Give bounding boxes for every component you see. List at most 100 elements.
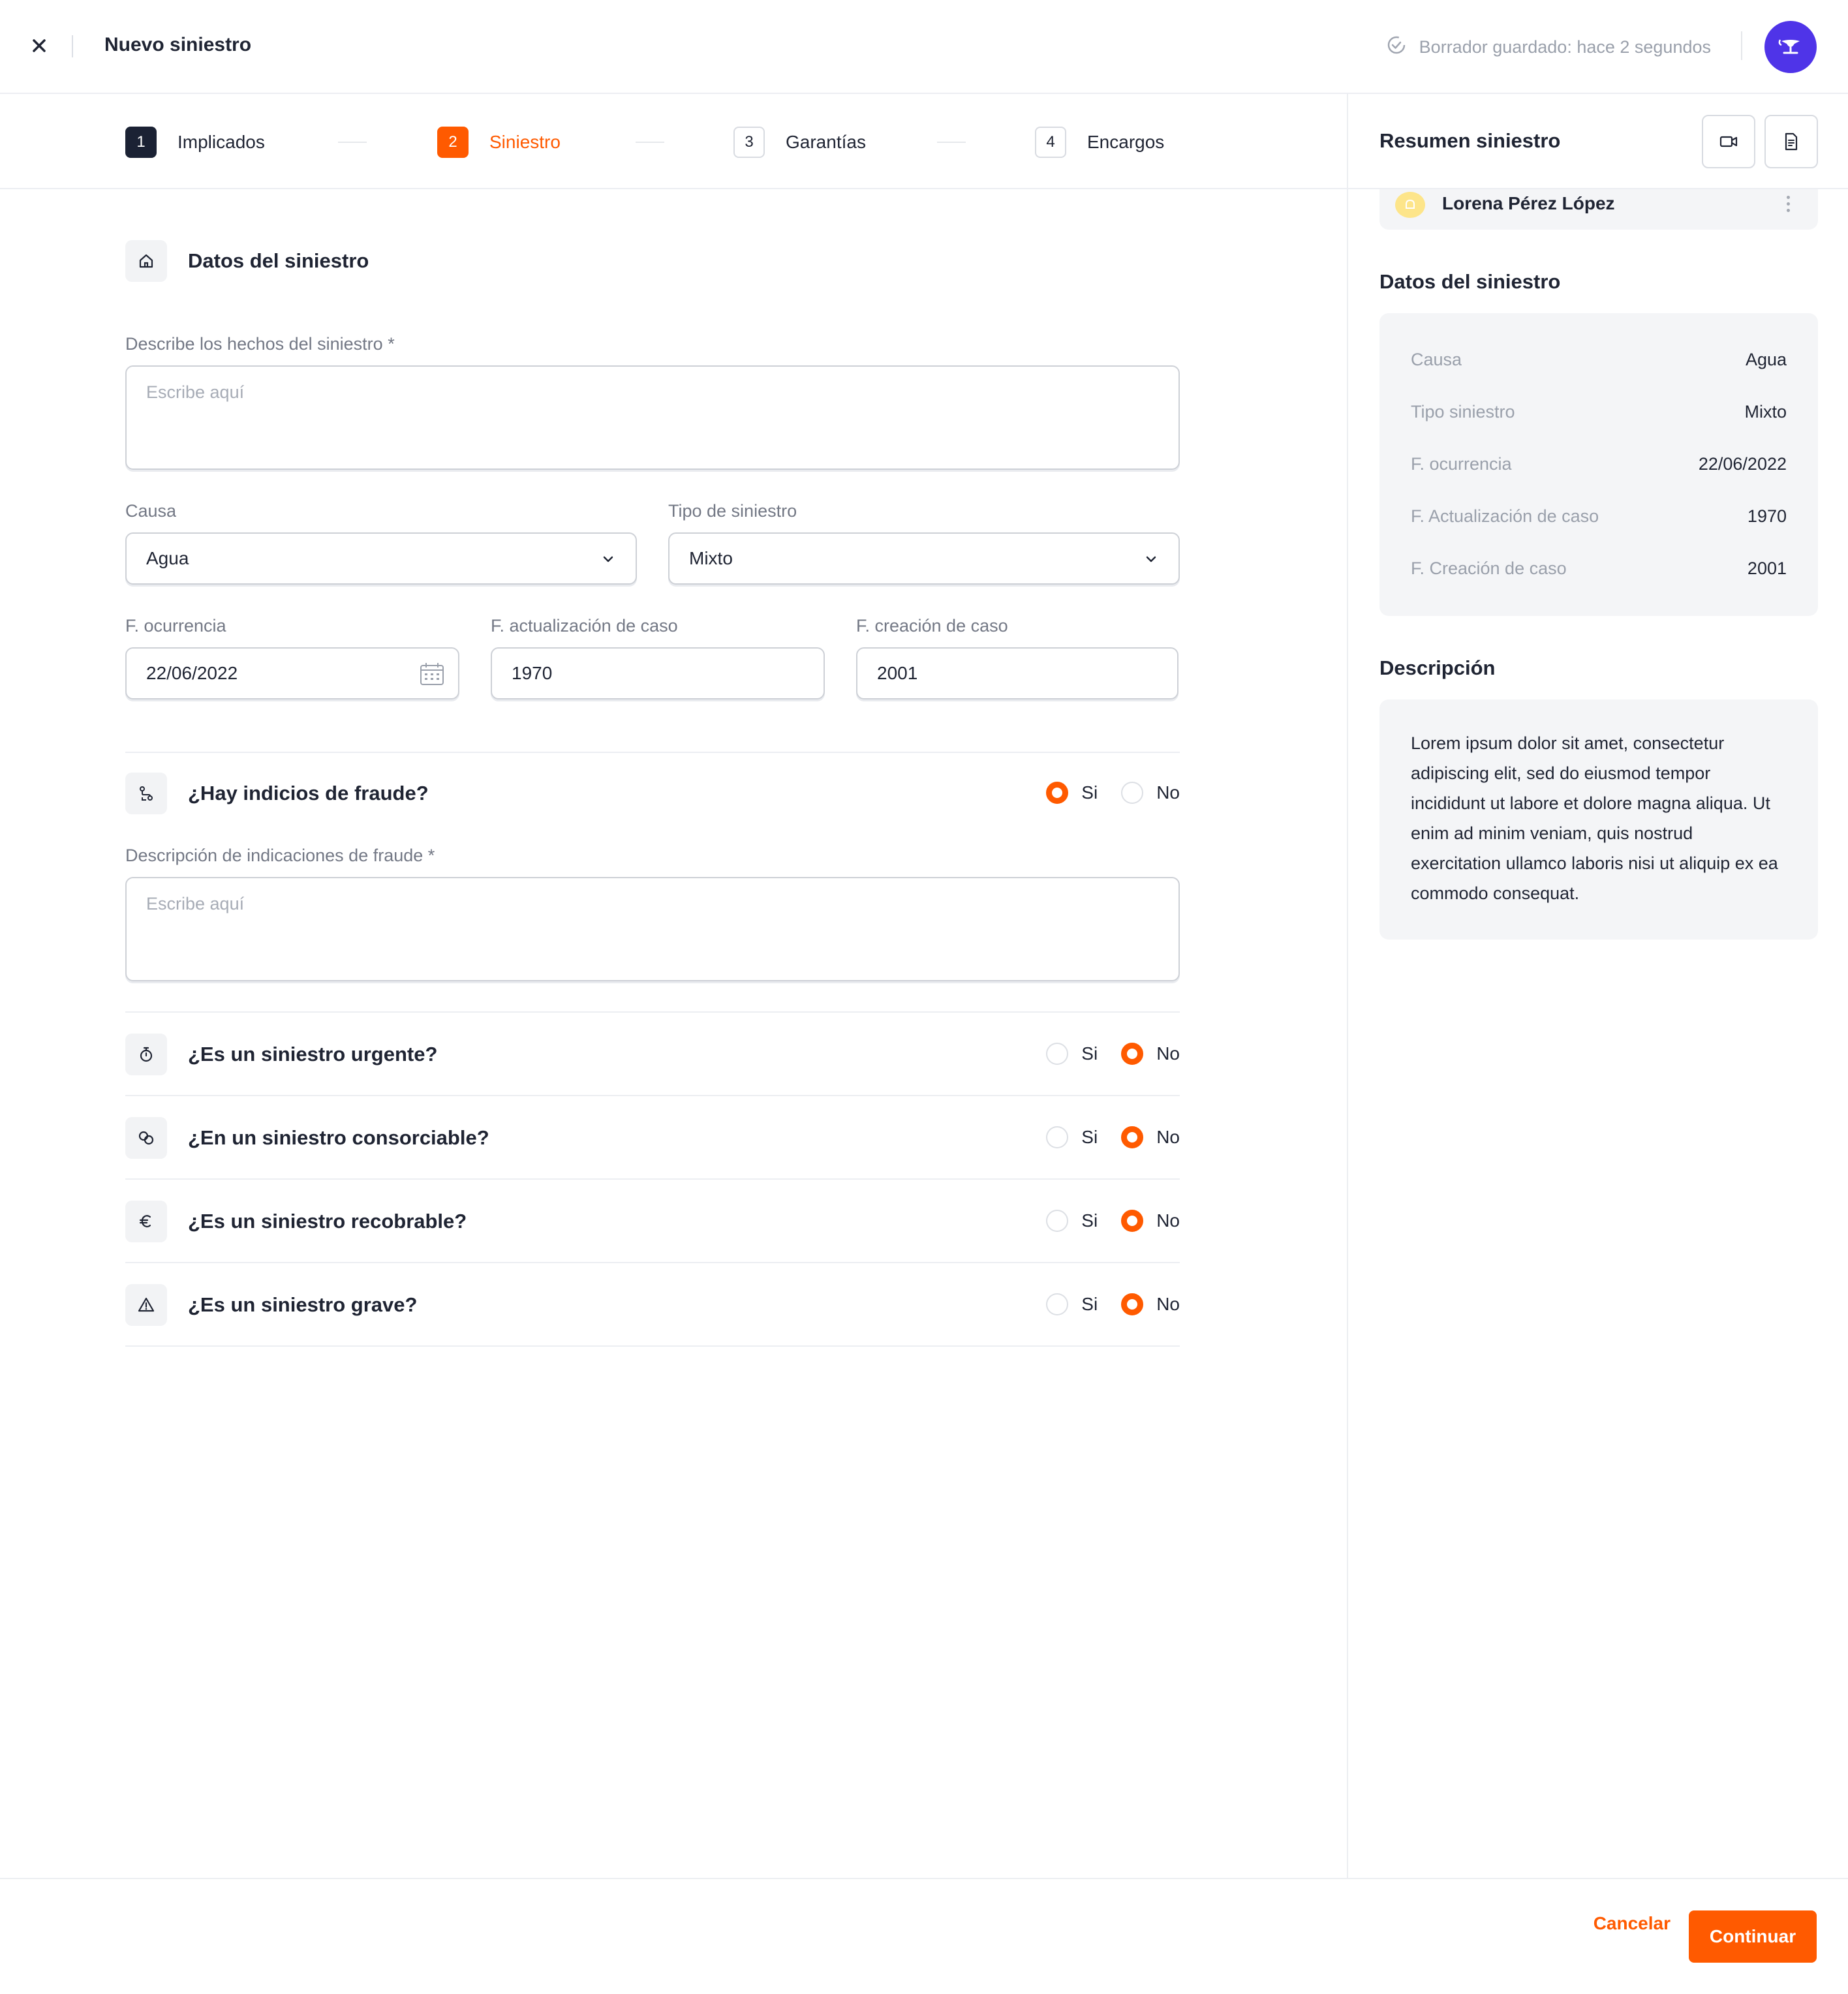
f-actualizacion-value: 1970: [512, 663, 553, 683]
tipo-select[interactable]: Mixto: [668, 532, 1180, 585]
divider: [125, 1262, 1180, 1263]
step-connector: [636, 142, 664, 143]
f-creacion-label: F. creación de caso: [856, 616, 1008, 636]
fraude-radio-no[interactable]: [1121, 782, 1144, 804]
summary-header: Resumen siniestro: [1348, 94, 1848, 189]
hechos-textarea[interactable]: Escribe aquí: [125, 365, 1180, 470]
step-connector: [937, 142, 966, 143]
document-icon: [1785, 132, 1798, 151]
tipo-label: Tipo de siniestro: [668, 501, 797, 521]
consorciable-radio-si[interactable]: [1046, 1126, 1069, 1148]
grave-radio-group: Si No: [1046, 1293, 1180, 1315]
summary-row: F. Creación de caso 2001: [1411, 559, 1787, 579]
lamp-icon: [1778, 39, 1800, 54]
f-actualizacion-input[interactable]: 1970: [491, 647, 825, 699]
page-title: Nuevo siniestro: [104, 34, 252, 55]
divider: [125, 752, 1180, 753]
person-card[interactable]: Lorena Pérez López: [1379, 189, 1818, 230]
route-icon: [125, 773, 167, 814]
recobrable-radio-no[interactable]: [1121, 1210, 1144, 1232]
causa-label: Causa: [125, 501, 177, 521]
top-bar: Nuevo siniestro Borrador guardado: hace …: [0, 0, 1848, 94]
radio-label-no: No: [1156, 1210, 1180, 1231]
consorciable-radio-group: Si No: [1046, 1126, 1180, 1148]
hechos-label: Describe los hechos del siniestro *: [125, 334, 395, 354]
f-creacion-value: 2001: [877, 663, 918, 683]
divider: [72, 35, 73, 57]
step-siniestro[interactable]: 2 Siniestro: [437, 127, 561, 158]
step-encargos[interactable]: 4 Encargos: [1035, 127, 1164, 158]
step-implicados[interactable]: 1 Implicados: [125, 127, 265, 158]
summary-title: Resumen siniestro: [1379, 129, 1561, 152]
summary-row: Causa Agua: [1411, 350, 1787, 370]
euro-icon: [125, 1201, 167, 1242]
f-creacion-input[interactable]: 2001: [856, 647, 1178, 699]
video-button[interactable]: [1702, 115, 1755, 168]
home-icon: [125, 240, 167, 282]
summary-key: F. ocurrencia: [1411, 454, 1512, 474]
summary-key: F. Actualización de caso: [1411, 506, 1599, 526]
description-title: Descripción: [1379, 656, 1496, 679]
grave-radio-si[interactable]: [1046, 1293, 1069, 1315]
recobrable-radio-si[interactable]: [1046, 1210, 1069, 1232]
summary-row: Tipo siniestro Mixto: [1411, 402, 1787, 422]
summary-data-title: Datos del siniestro: [1379, 270, 1561, 293]
chevron-down-icon: [600, 551, 616, 572]
fraude-question: ¿Hay indicios de fraude?: [188, 782, 429, 805]
consorciable-radio-no[interactable]: [1121, 1126, 1144, 1148]
video-icon: [1719, 136, 1738, 147]
summary-row: F. ocurrencia 22/06/2022: [1411, 454, 1787, 474]
grave-radio-no[interactable]: [1121, 1293, 1144, 1315]
summary-value: Mixto: [1744, 402, 1787, 422]
divider: [125, 1178, 1180, 1180]
divider: [1741, 31, 1742, 60]
radio-label-no: No: [1156, 1043, 1180, 1064]
step-label: Encargos: [1087, 132, 1165, 152]
fraude-radio-group: Si No: [1046, 782, 1180, 804]
warning-icon: [125, 1284, 167, 1326]
section-title: Datos del siniestro: [188, 249, 369, 272]
step-connector: [338, 142, 367, 143]
f-actualizacion-label: F. actualización de caso: [491, 616, 678, 636]
step-garantias[interactable]: 3 Garantías: [733, 127, 866, 158]
close-icon[interactable]: [26, 33, 52, 59]
radio-label-no: No: [1156, 1294, 1180, 1314]
summary-row: F. Actualización de caso 1970: [1411, 506, 1787, 527]
step-label: Garantías: [786, 132, 866, 152]
summary-value: 2001: [1747, 559, 1787, 578]
calendar-icon[interactable]: [419, 662, 445, 691]
step-number: 2: [437, 127, 469, 158]
urgente-radio-si[interactable]: [1046, 1043, 1069, 1065]
urgente-question: ¿Es un siniestro urgente?: [188, 1043, 438, 1066]
step-number: 4: [1035, 127, 1066, 158]
radio-label-si: Si: [1081, 1210, 1098, 1231]
cancel-button[interactable]: Cancelar: [1594, 1913, 1671, 1934]
stopwatch-icon: [125, 1034, 167, 1075]
f-ocurrencia-input[interactable]: 22/06/2022: [125, 647, 459, 699]
divider: [125, 1011, 1180, 1013]
tipo-value: Mixto: [689, 548, 733, 568]
avatar[interactable]: [1764, 21, 1817, 73]
radio-label-si: Si: [1081, 1294, 1098, 1314]
more-icon[interactable]: [1784, 191, 1792, 217]
summary-value: 1970: [1747, 506, 1787, 526]
radio-label-si: Si: [1081, 1043, 1098, 1064]
radio-label-no: No: [1156, 782, 1180, 803]
fraude-desc-label: Descripción de indicaciones de fraude *: [125, 846, 435, 865]
radio-label-no: No: [1156, 1127, 1180, 1147]
f-ocurrencia-value: 22/06/2022: [146, 663, 238, 683]
step-number: 3: [733, 127, 765, 158]
summary-key: Tipo siniestro: [1411, 402, 1515, 422]
fraude-desc-textarea[interactable]: Escribe aquí: [125, 877, 1180, 981]
f-ocurrencia-label: F. ocurrencia: [125, 616, 226, 636]
stepper: 1 Implicados 2 Siniestro 3 Garantías 4 E…: [0, 94, 1347, 189]
recobrable-radio-group: Si No: [1046, 1210, 1180, 1232]
radio-label-si: Si: [1081, 782, 1098, 803]
fraude-radio-si[interactable]: [1046, 782, 1069, 804]
check-circle-icon: [1387, 35, 1406, 59]
causa-select[interactable]: Agua: [125, 532, 637, 585]
urgente-radio-no[interactable]: [1121, 1043, 1144, 1065]
recobrable-question: ¿Es un siniestro recobrable?: [188, 1210, 467, 1233]
continue-button[interactable]: Continuar: [1689, 1910, 1817, 1963]
document-button[interactable]: [1764, 115, 1818, 168]
